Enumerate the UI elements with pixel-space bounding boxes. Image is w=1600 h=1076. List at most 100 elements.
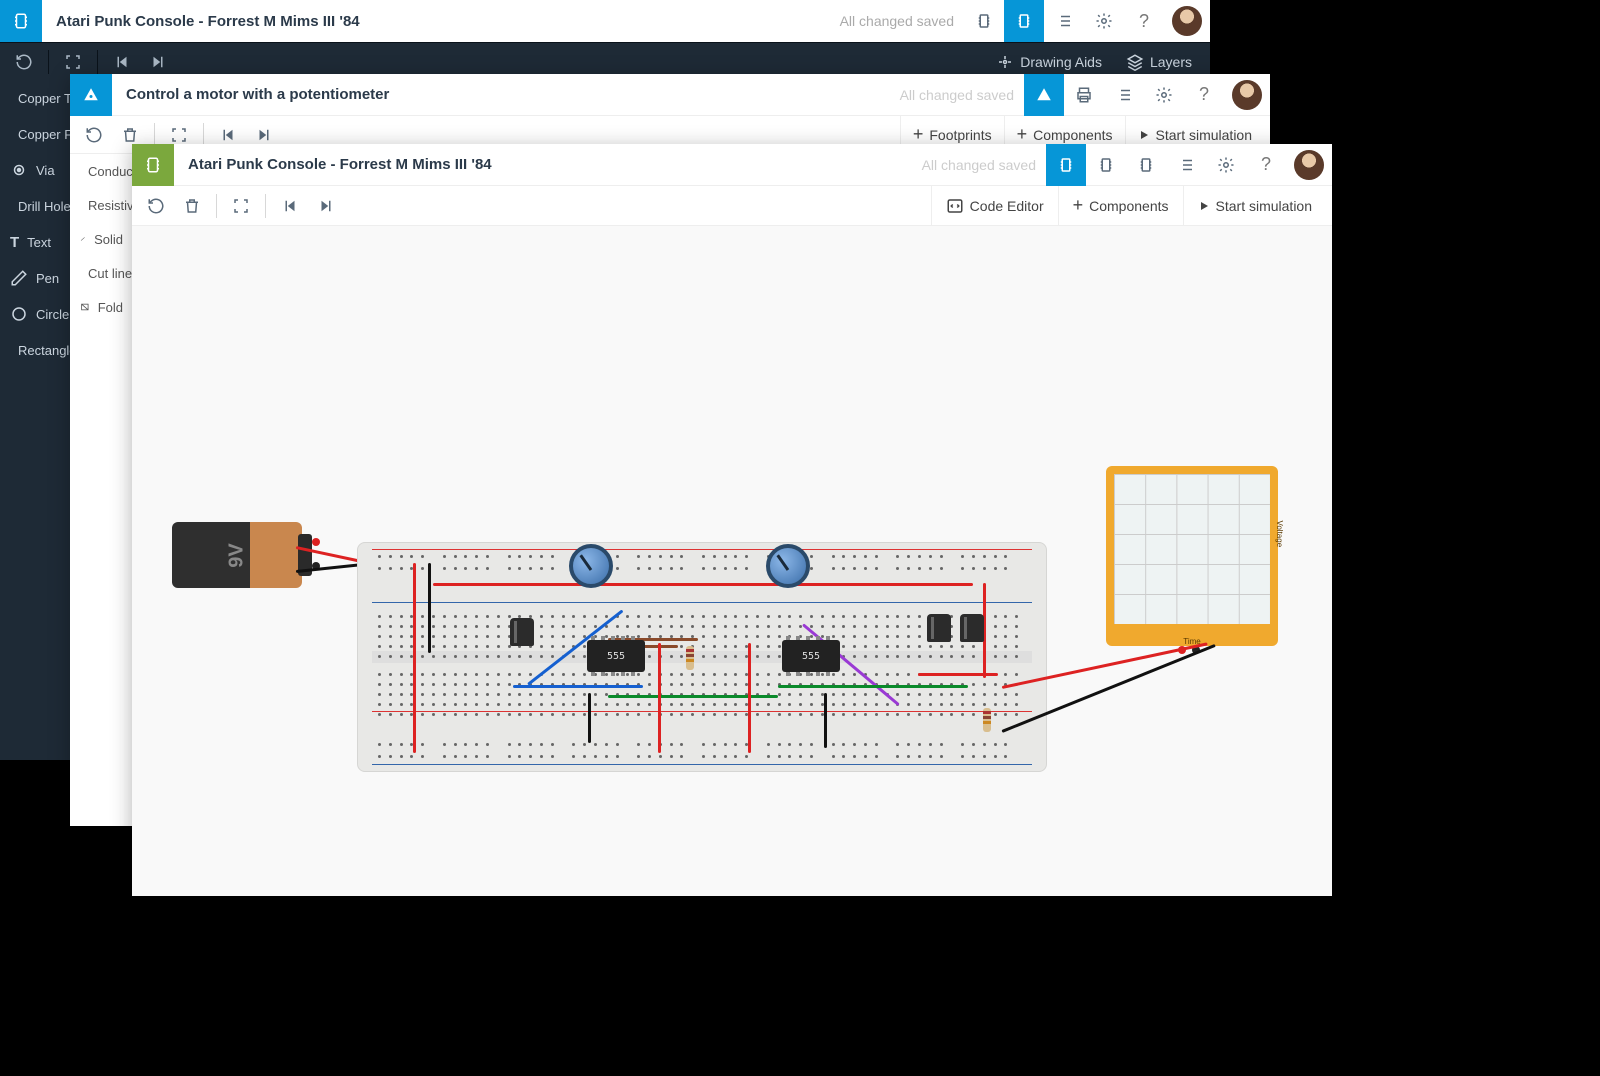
tool-via[interactable]: Via [0,152,80,188]
left-toolbox: Conductive Resistive Solid Cut line Fold [70,154,134,324]
delete-icon[interactable] [174,188,210,224]
project-title[interactable]: Atari Punk Console - Forrest M Mims III … [42,13,840,30]
tool-drill[interactable]: Drill Hole [0,188,80,224]
component-ic-555[interactable]: 555 [782,640,840,672]
start-sim-label: Start simulation [1216,198,1312,214]
print-icon[interactable] [1064,74,1104,116]
secondary-toolbar: Code Editor +Components Start simulation [132,186,1332,226]
wire-blue[interactable] [513,685,643,688]
separator [216,194,217,218]
wire-green[interactable] [608,695,778,698]
view-breadboard-icon[interactable] [1046,144,1086,186]
footprints-label: Footprints [929,127,991,143]
layers-button[interactable]: Layers [1114,53,1204,71]
tool-copper-trace[interactable]: Copper Trace [0,80,80,116]
component-ic-555[interactable]: 555 [587,640,645,672]
skip-back-icon[interactable] [272,188,308,224]
start-sim-label: Start simulation [1156,127,1252,143]
tool-conductive[interactable]: Conductive [70,154,133,188]
fit-icon[interactable] [223,188,259,224]
battery-label: 9V [226,543,249,567]
layers-label: Layers [1150,54,1192,70]
undo-icon[interactable] [76,117,112,153]
separator [203,123,204,147]
wire-red[interactable] [433,583,973,586]
settings-icon[interactable] [1206,144,1246,186]
component-battery-9v[interactable]: 9V [172,522,302,588]
view-schematic-icon[interactable] [1086,144,1126,186]
tool-rect[interactable]: Rectangle [0,332,80,368]
settings-icon[interactable] [1144,74,1184,116]
wire-black[interactable] [824,693,827,748]
code-editor-button[interactable]: Code Editor [931,186,1058,226]
help-icon[interactable]: ? [1246,144,1286,186]
user-avatar[interactable] [1172,6,1202,36]
components-label: Components [1089,198,1168,214]
scope-voltage-label: Voltage [1276,520,1285,547]
component-oscilloscope[interactable]: Time Voltage [1106,466,1278,646]
tool-cut[interactable]: Cut line [70,256,133,290]
tool-solid[interactable]: Solid [70,222,133,256]
user-avatar[interactable] [1232,80,1262,110]
wire-red[interactable] [748,643,751,753]
save-status: All changed saved [922,157,1036,173]
topbar: Atari Punk Console - Forrest M Mims III … [132,144,1332,186]
tool-fold[interactable]: Fold [70,290,133,324]
separator [48,50,49,74]
skip-forward-icon[interactable] [308,188,344,224]
settings-icon[interactable] [1084,0,1124,42]
component-capacitor[interactable] [927,614,951,654]
view-pcb-icon[interactable] [1004,0,1044,42]
left-toolbox: Copper Trace Copper Fill Via Drill Hole … [0,80,80,368]
breadboard-editor-window: Atari Punk Console - Forrest M Mims III … [132,144,1332,896]
project-title[interactable]: Control a motor with a potentiometer [112,86,900,103]
component-resistor[interactable] [685,640,695,676]
separator [265,194,266,218]
wire-black[interactable] [588,693,591,743]
drawing-aids-label: Drawing Aids [1020,54,1102,70]
topbar: Control a motor with a potentiometer All… [70,74,1270,116]
undo-icon[interactable] [138,188,174,224]
wire-red[interactable] [918,673,998,676]
tool-text[interactable]: TText [0,224,80,260]
app-logo-pcb[interactable] [0,0,42,42]
tool-resistive[interactable]: Resistive [70,188,133,222]
separator [97,50,98,74]
view-schematic-icon[interactable] [1024,74,1064,116]
component-capacitor[interactable] [960,614,984,654]
save-status: All changed saved [900,87,1014,103]
wire-black[interactable] [428,563,431,653]
project-title[interactable]: Atari Punk Console - Forrest M Mims III … [174,156,922,173]
help-icon[interactable]: ? [1184,74,1224,116]
save-status: All changed saved [840,13,954,29]
component-potentiometer[interactable] [569,544,613,588]
app-logo-schematic[interactable] [70,74,112,116]
tool-pen[interactable]: Pen [0,260,80,296]
component-potentiometer[interactable] [766,544,810,588]
list-view-icon[interactable] [1104,74,1144,116]
component-capacitor[interactable] [510,618,534,658]
wire-red[interactable] [658,643,661,753]
canvas[interactable]: 9V [132,226,1332,896]
view-pcb-icon[interactable] [1126,144,1166,186]
tool-circle[interactable]: Circle [0,296,80,332]
tool-copper-fill[interactable]: Copper Fill [0,116,80,152]
user-avatar[interactable] [1294,150,1324,180]
drawing-aids-button[interactable]: Drawing Aids [984,53,1114,71]
start-simulation-button[interactable]: Start simulation [1183,186,1326,226]
component-breadboard[interactable] [357,542,1047,772]
scope-screen [1114,474,1270,624]
component-resistor[interactable] [982,702,992,738]
topbar: Atari Punk Console - Forrest M Mims III … [0,0,1210,42]
code-editor-label: Code Editor [970,198,1044,214]
app-logo-breadboard[interactable] [132,144,174,186]
view-ic-icon[interactable] [964,0,1004,42]
list-view-icon[interactable] [1044,0,1084,42]
list-view-icon[interactable] [1166,144,1206,186]
components-button[interactable]: +Components [1058,186,1183,226]
components-label: Components [1033,127,1112,143]
wire-red[interactable] [413,563,416,753]
help-icon[interactable]: ? [1124,0,1164,42]
undo-icon[interactable] [6,44,42,80]
wire-green[interactable] [778,685,968,688]
